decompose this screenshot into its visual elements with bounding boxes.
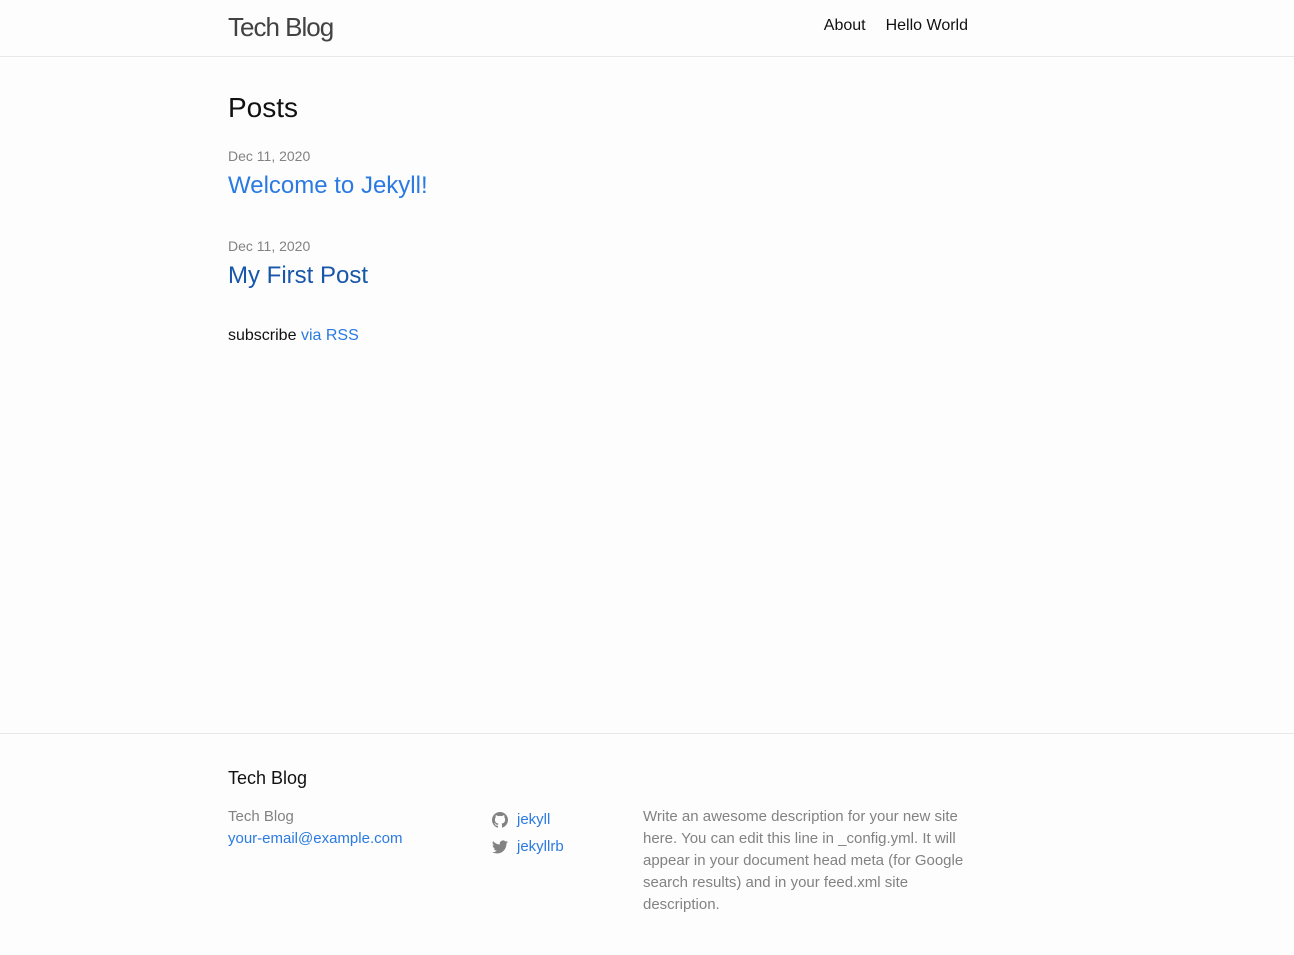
site-description: Write an awesome description for your ne…: [643, 808, 964, 913]
twitter-username-link[interactable]: jekyllrb: [517, 838, 564, 855]
post-date: Dec 11, 2020: [228, 148, 311, 164]
footer-site-name: Tech Blog: [228, 808, 294, 825]
post-link-my-first-post[interactable]: My First Post: [228, 262, 368, 290]
rss-link[interactable]: via RSS: [301, 327, 359, 344]
social-item-twitter: jekyllrb: [492, 833, 564, 860]
site-header: Tech Blog About Hello World: [0, 0, 1294, 57]
footer-heading: Tech Blog: [228, 768, 308, 788]
twitter-icon: [492, 840, 508, 854]
footer-social: jekyll jekyllrb: [492, 806, 564, 860]
rss-subscribe: subscribe via RSS: [228, 326, 359, 346]
footer-contact: Tech Blog your-email@example.com: [228, 806, 402, 850]
subscribe-label: subscribe: [228, 327, 297, 344]
site-footer: Tech Blog Tech Blog your-email@example.c…: [0, 733, 1294, 955]
nav-link-hello-world[interactable]: Hello World: [886, 16, 968, 36]
nav-link-about[interactable]: About: [824, 16, 866, 36]
site-title-link[interactable]: Tech Blog: [228, 12, 334, 42]
post-link-welcome-to-jekyll[interactable]: Welcome to Jekyll!: [228, 172, 428, 200]
social-item-github: jekyll: [492, 806, 564, 833]
site-nav: About Hello World: [824, 16, 968, 36]
page-heading: Posts: [228, 92, 299, 123]
footer-email-link[interactable]: your-email@example.com: [228, 828, 402, 850]
github-icon: [492, 811, 508, 828]
github-username-link[interactable]: jekyll: [517, 811, 550, 828]
post-date: Dec 11, 2020: [228, 238, 311, 254]
